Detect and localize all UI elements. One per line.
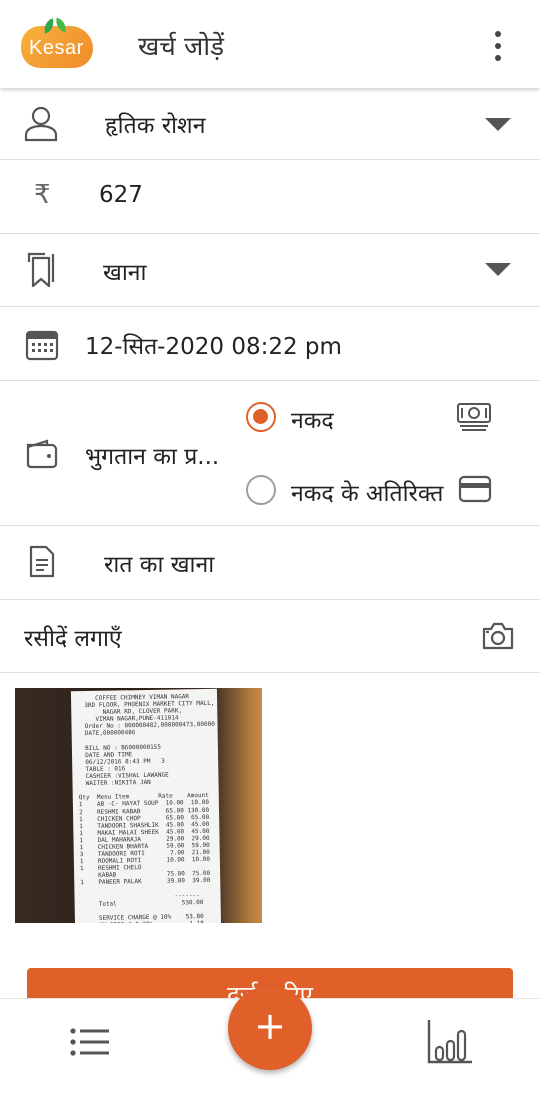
radio-cash[interactable] [246, 402, 276, 432]
logo-text: Kesar [29, 37, 84, 59]
category-value: खाना [103, 260, 147, 286]
page-title: खर्च जोड़ें [138, 32, 224, 62]
receipt-thumbnail[interactable]: COFFEE CHIMNEY VIMAN NAGAR 3RD FLOOR, PH… [15, 688, 262, 923]
add-expense-fab[interactable]: + [228, 986, 312, 1070]
payment-option-non-cash[interactable]: नकद के अतिरिक्त [291, 476, 443, 508]
bar-chart-icon[interactable] [426, 1017, 474, 1065]
note-field[interactable]: रात का खाना [0, 526, 540, 600]
attach-receipts-row[interactable]: रसीदें लगाएँ [0, 600, 540, 673]
note-value[interactable]: रात का खाना [104, 547, 214, 579]
datetime-value: 12-सित-2020 08:22 pm [85, 334, 342, 360]
calendar-icon [25, 330, 59, 361]
app-bar: Kesar खर्च जोड़ें [0, 0, 540, 88]
person-icon [24, 106, 58, 142]
bookmark-icon [27, 252, 55, 288]
amount-field[interactable]: ₹ 627 [0, 160, 540, 234]
chevron-down-icon[interactable] [485, 118, 511, 131]
receipt-paper: COFFEE CHIMNEY VIMAN NAGAR 3RD FLOOR, PH… [70, 688, 222, 923]
rupee-icon: ₹ [34, 180, 51, 210]
card-icon [458, 475, 492, 503]
person-value: हृतिक रोशन [105, 113, 206, 139]
attach-receipts-label: रसीदें लगाएँ [24, 626, 122, 652]
kesar-logo: Kesar [21, 17, 93, 68]
wallet-icon [26, 439, 58, 469]
datetime-field[interactable]: 12-सित-2020 08:22 pm [0, 307, 540, 381]
payment-label: भुगतान का प्र... [85, 444, 220, 470]
more-options-icon[interactable] [486, 28, 510, 64]
note-icon [29, 545, 55, 578]
camera-icon[interactable] [481, 621, 515, 651]
list-icon[interactable] [70, 1027, 110, 1057]
payment-method-group: भुगतान का प्र... नकद नकद के अतिरिक्त [0, 381, 540, 526]
amount-value[interactable]: 627 [99, 182, 143, 208]
cash-icon [457, 403, 491, 431]
person-selector[interactable]: हृतिक रोशन [0, 88, 540, 160]
payment-option-cash[interactable]: नकद [291, 403, 334, 435]
category-selector[interactable]: खाना [0, 234, 540, 307]
radio-non-cash[interactable] [246, 475, 276, 505]
chevron-down-icon[interactable] [485, 263, 511, 276]
